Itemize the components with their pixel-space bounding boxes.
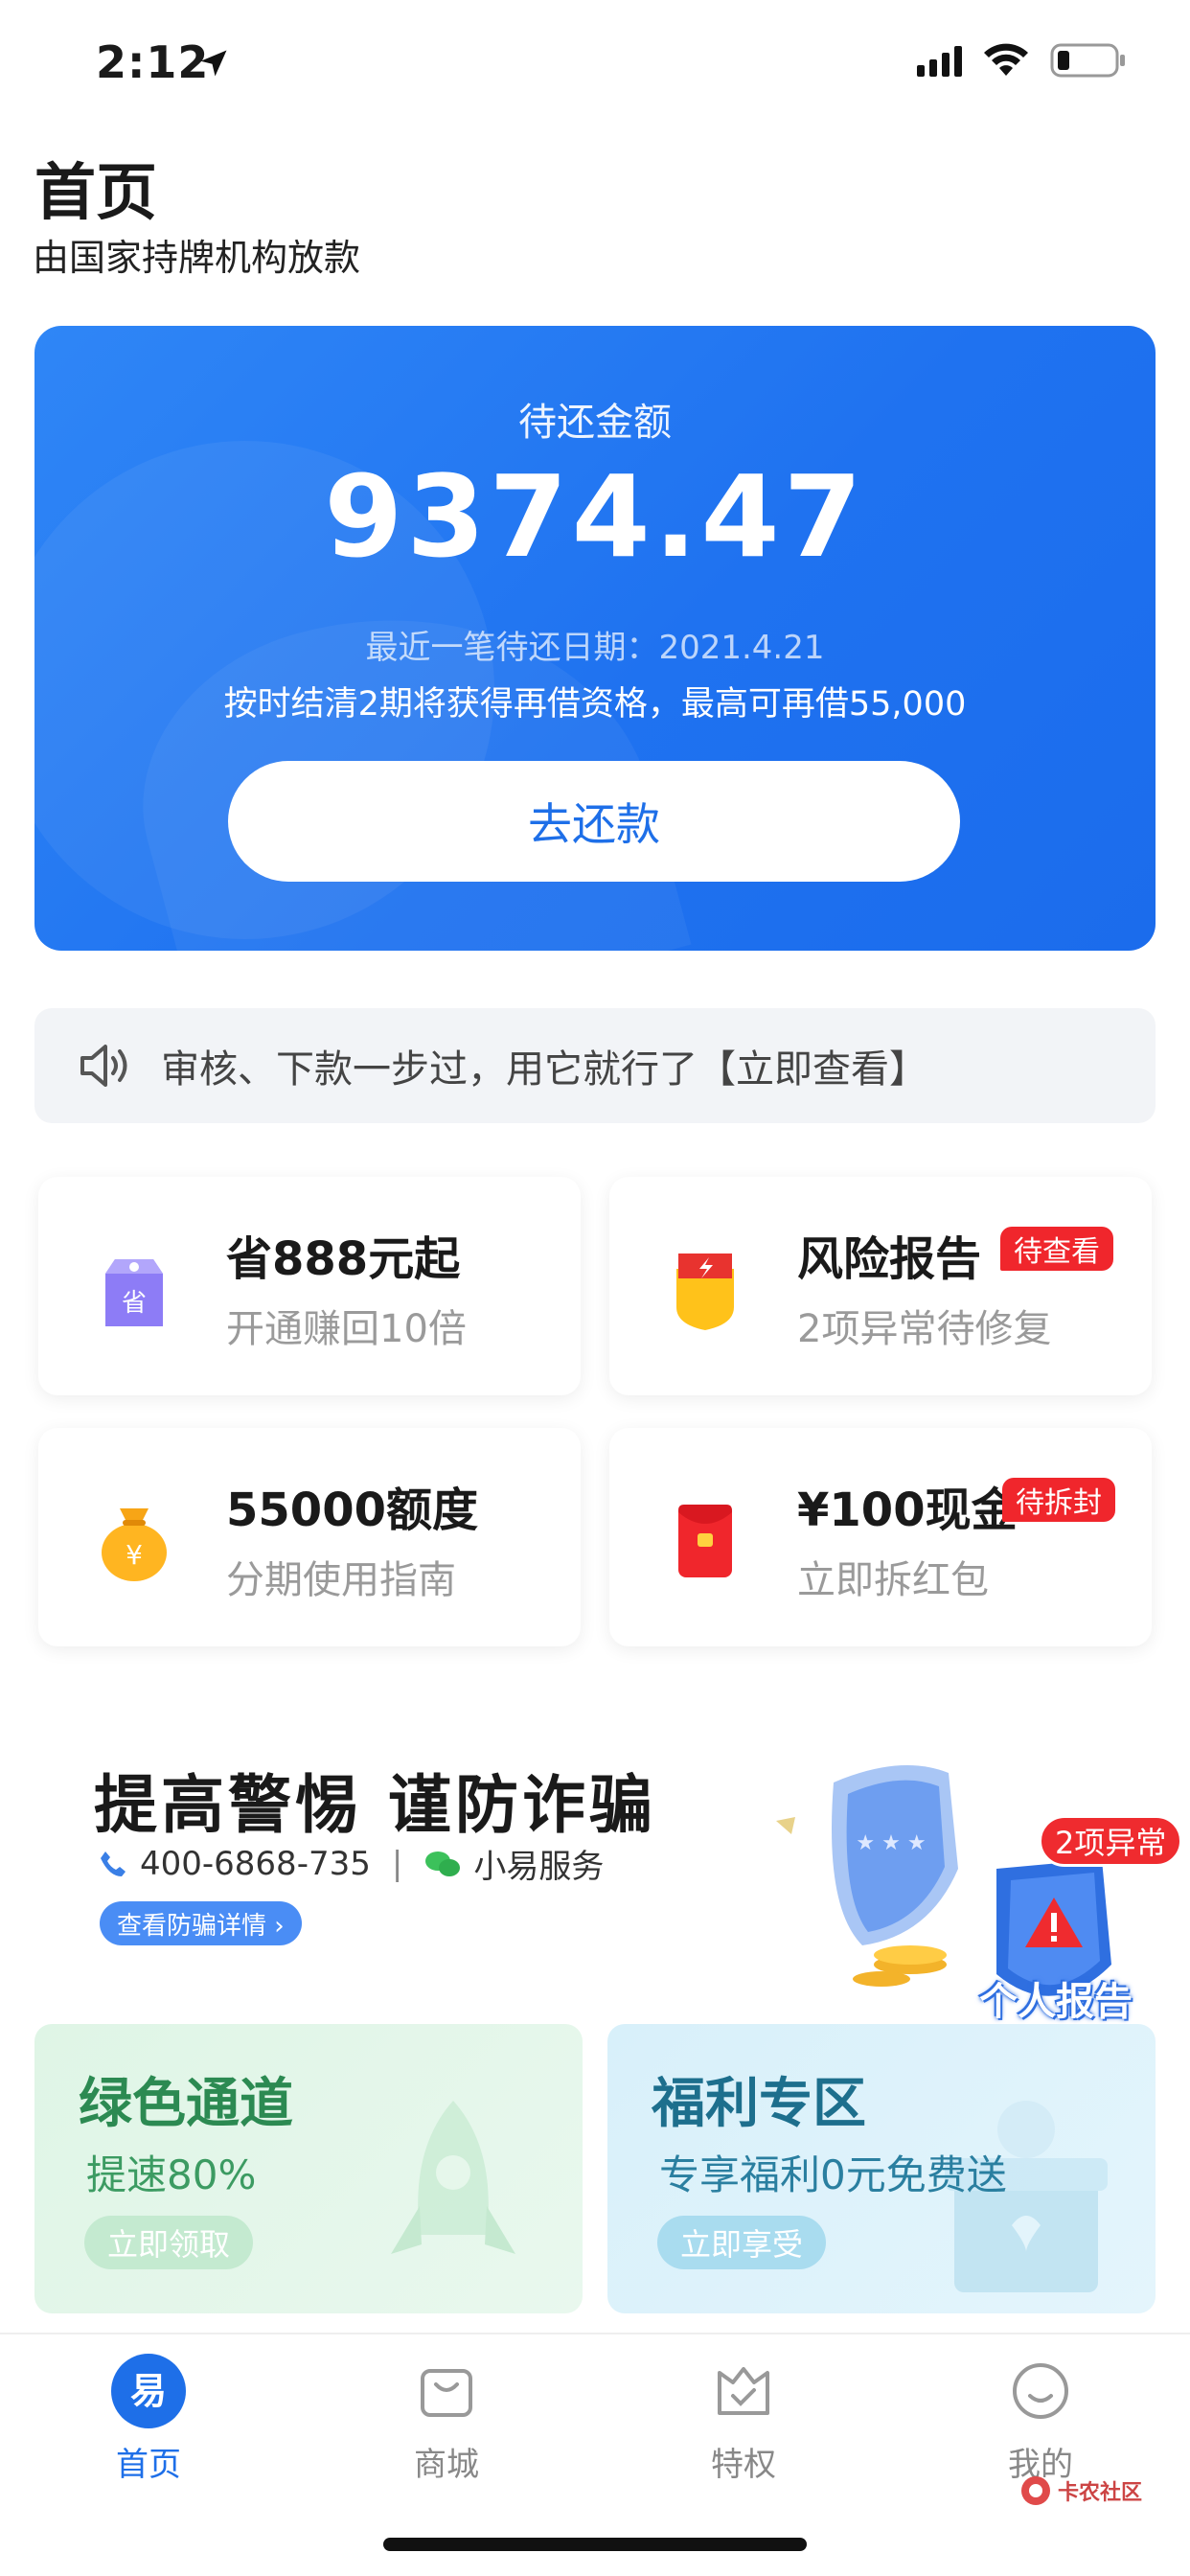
- watermark-text: 卡农社区: [1058, 2481, 1143, 2505]
- promo-title: 绿色通道: [79, 2073, 293, 2135]
- status-bar: 2:12: [0, 0, 1190, 126]
- notice-bar[interactable]: 审核、下款一步过，用它就行了【立即查看】: [34, 1008, 1156, 1123]
- feature-title: 风险报告: [797, 1232, 982, 1286]
- amount-value: 9374.47: [324, 450, 866, 583]
- fraud-service[interactable]: 小易服务: [473, 1840, 604, 1887]
- feature-card-credit-limit[interactable]: ¥ 55000额度 分期使用指南: [38, 1428, 581, 1646]
- profile-smile-icon: [1013, 2363, 1068, 2419]
- discount-tag-icon: 省: [105, 1259, 163, 1326]
- repay-button[interactable]: 去还款: [228, 761, 960, 882]
- enjoy-button[interactable]: 立即享受: [657, 2216, 827, 2269]
- speaker-icon: [80, 1045, 127, 1087]
- tab-home[interactable]: 易 首页: [53, 2354, 244, 2497]
- tab-mall[interactable]: 商城: [351, 2354, 542, 2497]
- promo-title: 福利专区: [652, 2073, 866, 2135]
- promo-subtitle: 专享福利0元免费送: [659, 2151, 1007, 2198]
- promo-card-green-channel[interactable]: 绿色通道 提速80% 立即领取: [34, 2024, 583, 2313]
- feature-subtitle: 分期使用指南: [226, 1558, 456, 1602]
- red-envelope-icon: [678, 1505, 732, 1577]
- watermark: 卡农社区: [1019, 2474, 1142, 2507]
- tab-label: 商城: [414, 2446, 479, 2484]
- home-logo-icon: 易: [111, 2354, 186, 2428]
- feature-card-savings[interactable]: 省 省888元起 开通赚回10倍: [38, 1177, 581, 1395]
- due-date: 最近一笔待还日期：2021.4.21: [365, 629, 825, 667]
- feature-title: ¥100现金: [797, 1484, 1018, 1537]
- tab-privilege[interactable]: 特权: [648, 2354, 839, 2497]
- separator: |: [391, 1844, 403, 1883]
- home-indicator: [383, 2538, 807, 2551]
- status-time: 2:12: [96, 36, 210, 88]
- repayment-card: 待还金额 9374.47 最近一笔待还日期：2021.4.21 按时结清2期将获…: [34, 326, 1156, 951]
- shopping-bag-icon: [421, 2369, 472, 2417]
- battery-icon: [1050, 43, 1125, 78]
- feature-subtitle: 立即拆红包: [797, 1558, 989, 1602]
- svg-text:易: 易: [130, 2370, 167, 2412]
- svg-text:★ ★ ★: ★ ★ ★: [856, 1831, 926, 1855]
- reborrow-tip: 按时结清2期将获得再借资格，最高可再借55,000: [223, 685, 967, 724]
- status-indicators: [917, 42, 1127, 79]
- page-subtitle: 由国家持牌机构放款: [33, 237, 361, 279]
- phone-icon: [101, 1851, 126, 1876]
- feature-subtitle: 2项异常待修复: [797, 1307, 1052, 1351]
- pending-view-badge: 待查看: [1000, 1227, 1113, 1271]
- wifi-icon: [984, 43, 1028, 76]
- feature-subtitle: 开通赚回10倍: [226, 1307, 467, 1351]
- fraud-hotline[interactable]: 400-6868-735: [140, 1845, 371, 1883]
- anomaly-count-badge: 2项异常: [1039, 1815, 1183, 1867]
- fraud-warning-title: 提高警惕 谨防诈骗: [94, 1768, 656, 1842]
- watermark-logo-icon: [1021, 2476, 1050, 2505]
- feature-title: 省888元起: [226, 1232, 461, 1286]
- location-arrow-icon: [200, 50, 227, 77]
- pending-open-badge: 待拆封: [1002, 1478, 1115, 1522]
- personal-report-link[interactable]: 个人报告: [979, 1970, 1133, 2026]
- claim-button[interactable]: 立即领取: [84, 2216, 254, 2269]
- amount-label: 待还金额: [518, 401, 672, 445]
- wechat-icon: [425, 1851, 461, 1876]
- cellular-signal-icon: [917, 44, 962, 77]
- tab-label: 首页: [116, 2446, 181, 2484]
- svg-text:省: 省: [122, 1289, 147, 1318]
- notice-text: 审核、下款一步过，用它就行了【立即查看】: [161, 1047, 927, 1092]
- tab-label: 特权: [711, 2446, 776, 2484]
- fraud-contact-line: 400-6868-735 | 小易服务: [98, 1840, 604, 1887]
- privilege-icon: [718, 2367, 769, 2415]
- fraud-details-button[interactable]: 查看防骗详情 ›: [100, 1901, 302, 1945]
- promo-subtitle: 提速80%: [86, 2151, 257, 2198]
- feature-card-risk-report[interactable]: 风险报告 待查看 2项异常待修复: [609, 1177, 1152, 1395]
- page-title: 首页: [34, 158, 157, 229]
- svg-text:¥: ¥: [126, 1539, 143, 1571]
- feature-card-cash-bonus[interactable]: ¥100现金 待拆封 立即拆红包: [609, 1428, 1152, 1646]
- feature-title: 55000额度: [226, 1484, 478, 1537]
- money-bag-icon: ¥: [102, 1508, 167, 1581]
- risk-shield-icon: [676, 1254, 734, 1330]
- rocket-icon: [391, 2101, 515, 2254]
- promo-card-welfare[interactable]: 福利专区 专享福利0元免费送 立即享受: [607, 2024, 1156, 2313]
